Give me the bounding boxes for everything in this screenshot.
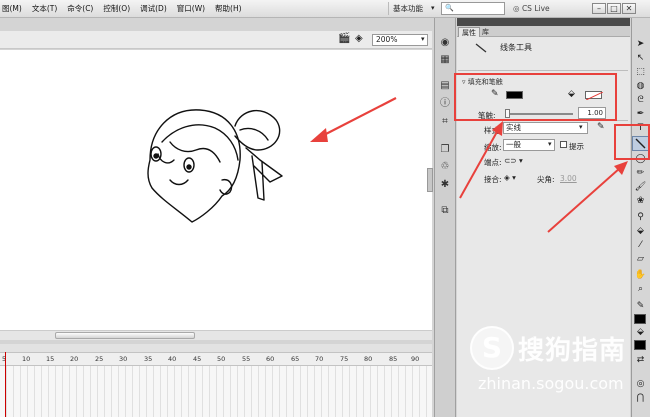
sogou-logo-glyph: S (481, 331, 503, 364)
watermark-brand: 搜狗指南 (518, 336, 627, 366)
watermark-url: zhinan.sogou.com (478, 374, 624, 393)
